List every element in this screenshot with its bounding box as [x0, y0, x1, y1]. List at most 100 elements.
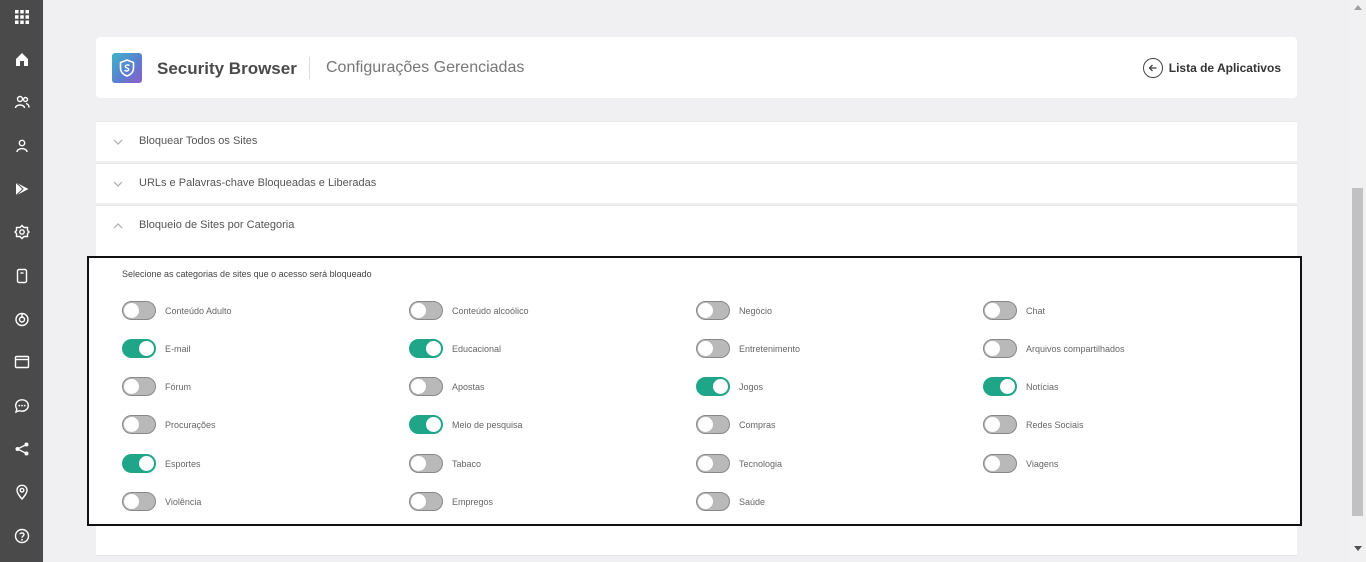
accordion-block-all-sites[interactable]: Bloquear Todos os Sites	[96, 121, 1297, 161]
category-instructions: Selecione as categorias de sites que o a…	[122, 269, 372, 279]
category-news[interactable]: Notícias	[983, 377, 1059, 396]
category-label: Conteúdo Adulto	[165, 305, 232, 316]
header-divider	[309, 57, 310, 79]
toggle-switch[interactable]	[122, 339, 156, 358]
toggle-switch[interactable]	[696, 454, 730, 473]
toggle-switch[interactable]	[409, 301, 443, 320]
device-icon[interactable]	[0, 261, 43, 291]
toggle-switch[interactable]	[122, 301, 156, 320]
category-label: Negócio	[739, 305, 773, 316]
accordion-label: Bloqueio de Sites por Categoria	[139, 219, 295, 231]
chevron-up-icon	[113, 223, 123, 229]
app-title: Security Browser	[157, 59, 297, 78]
toggle-switch[interactable]	[409, 377, 443, 396]
category-label: Tabaco	[452, 458, 482, 469]
category-label: Entretenimento	[739, 343, 801, 354]
power-icon[interactable]	[0, 304, 43, 334]
location-icon[interactable]	[0, 477, 43, 507]
toggle-switch[interactable]	[409, 492, 443, 511]
category-shopping[interactable]: Compras	[696, 415, 776, 434]
share-icon[interactable]	[0, 434, 43, 464]
page-subtitle: Configurações Gerenciadas	[326, 59, 525, 76]
category-business[interactable]: Negócio	[696, 301, 772, 320]
security-browser-logo-icon	[112, 53, 142, 83]
scroll-up-arrow-icon[interactable]	[1352, 2, 1363, 12]
category-label: Compras	[739, 419, 776, 430]
category-alcohol-content[interactable]: Conteúdo alcoólico	[409, 301, 529, 320]
help-icon[interactable]	[0, 521, 43, 551]
chevron-down-icon	[113, 139, 123, 145]
category-label: Procurações	[165, 419, 216, 430]
toggle-switch[interactable]	[983, 454, 1017, 473]
category-gambling[interactable]: Apostas	[409, 377, 485, 396]
category-label: Meio de pesquisa	[452, 419, 523, 430]
category-label: Tecnologia	[739, 458, 783, 469]
category-educational[interactable]: Educacional	[409, 339, 501, 358]
scroll-down-arrow-icon[interactable]	[1352, 543, 1363, 553]
toggle-switch[interactable]	[409, 339, 443, 358]
chevron-down-icon	[113, 181, 123, 187]
toggle-switch[interactable]	[696, 377, 730, 396]
accordion-category-blocking[interactable]: Bloqueio de Sites por Categoria	[96, 205, 1297, 253]
accordion-label: URLs e Palavras-chave Bloqueadas e Liber…	[139, 177, 377, 189]
toggle-switch[interactable]	[409, 415, 443, 434]
category-proxies[interactable]: Procurações	[122, 415, 216, 434]
toggle-switch[interactable]	[122, 492, 156, 511]
category-label: Saúde	[739, 496, 766, 507]
back-to-app-list-link[interactable]: Lista de Aplicativos	[1142, 58, 1281, 78]
category-label: Redes Sociais	[1026, 419, 1084, 430]
accordion-urls-keywords[interactable]: URLs e Palavras-chave Bloqueadas e Liber…	[96, 163, 1297, 203]
back-link-label: Lista de Aplicativos	[1168, 61, 1281, 75]
header-card: Security Browser Configurações Gerenciad…	[96, 37, 1297, 98]
category-forum[interactable]: Fórum	[122, 377, 191, 396]
category-label: Arquivos compartilhados	[1026, 343, 1125, 354]
category-label: Notícias	[1026, 381, 1059, 392]
toggle-switch[interactable]	[983, 415, 1017, 434]
category-social-networks[interactable]: Redes Sociais	[983, 415, 1084, 434]
arrow-left-icon	[1142, 58, 1163, 78]
browser-window-icon[interactable]	[0, 347, 43, 377]
category-email[interactable]: E-mail	[122, 339, 191, 358]
toggle-switch[interactable]	[983, 301, 1017, 320]
category-jobs[interactable]: Empregos	[409, 492, 493, 511]
toggle-switch[interactable]	[696, 492, 730, 511]
category-tobacco[interactable]: Tabaco	[409, 454, 481, 473]
category-label: Empregos	[452, 496, 494, 507]
toggle-switch[interactable]	[696, 415, 730, 434]
toggle-switch[interactable]	[983, 377, 1017, 396]
toggle-switch[interactable]	[122, 454, 156, 473]
category-label: Chat	[1026, 305, 1046, 316]
category-technology[interactable]: Tecnologia	[696, 454, 782, 473]
category-blocking-panel: Selecione as categorias de sites que o a…	[87, 256, 1302, 526]
category-entertainment[interactable]: Entretenimento	[696, 339, 800, 358]
category-search-engines[interactable]: Meio de pesquisa	[409, 415, 523, 434]
category-health[interactable]: Saúde	[696, 492, 765, 511]
users-icon[interactable]	[0, 87, 43, 117]
user-icon[interactable]	[0, 131, 43, 161]
category-label: Educacional	[452, 343, 502, 354]
category-chat[interactable]: Chat	[983, 301, 1045, 320]
play-store-icon[interactable]	[0, 174, 43, 204]
home-icon[interactable]	[0, 44, 43, 74]
category-games[interactable]: Jogos	[696, 377, 763, 396]
category-adult-content[interactable]: Conteúdo Adulto	[122, 301, 232, 320]
category-sports[interactable]: Esportes	[122, 454, 201, 473]
category-travel[interactable]: Viagens	[983, 454, 1058, 473]
category-violence[interactable]: Violência	[122, 492, 201, 511]
category-label: Violência	[165, 496, 202, 507]
toggle-switch[interactable]	[409, 454, 443, 473]
apps-grid-icon[interactable]	[0, 2, 43, 32]
toggle-switch[interactable]	[122, 415, 156, 434]
category-label: Jogos	[739, 381, 764, 392]
scrollbar-thumb[interactable]	[1352, 188, 1363, 516]
toggle-switch[interactable]	[983, 339, 1017, 358]
category-label: Esportes	[165, 458, 201, 469]
category-file-sharing[interactable]: Arquivos compartilhados	[983, 339, 1125, 358]
category-label: Fórum	[165, 381, 192, 392]
settings-icon[interactable]	[0, 217, 43, 247]
category-label: E-mail	[165, 343, 191, 354]
toggle-switch[interactable]	[696, 339, 730, 358]
chat-icon[interactable]	[0, 391, 43, 421]
toggle-switch[interactable]	[122, 377, 156, 396]
toggle-switch[interactable]	[696, 301, 730, 320]
